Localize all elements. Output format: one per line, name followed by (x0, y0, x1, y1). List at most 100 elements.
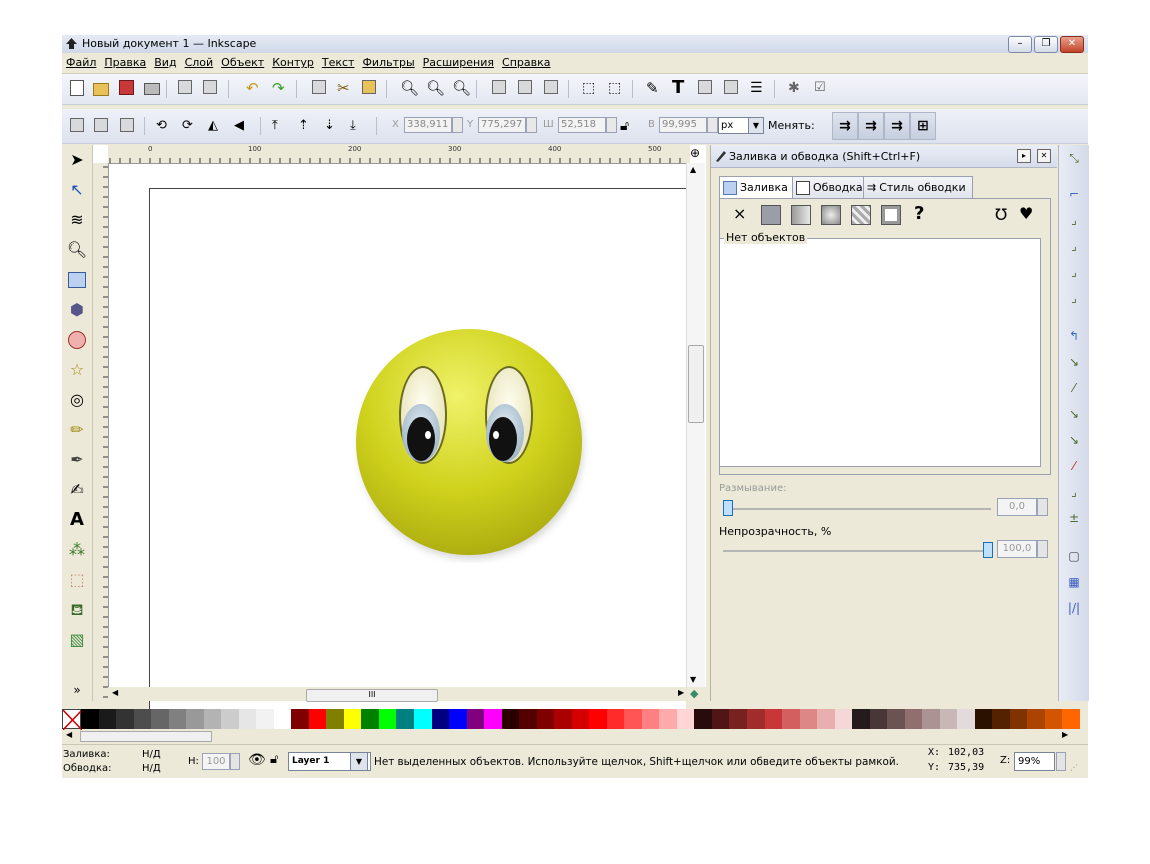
snap-bbox-center-icon[interactable]: ⌟ (1065, 289, 1083, 307)
palette-swatch[interactable] (694, 709, 713, 729)
import-icon[interactable] (178, 80, 192, 94)
palette-swatch[interactable] (869, 709, 888, 729)
palette-swatch[interactable] (676, 709, 695, 729)
scroll-up-icon[interactable]: ▲ (690, 165, 696, 174)
palette-swatch[interactable] (554, 709, 573, 729)
minimize-button[interactable]: – (1008, 36, 1032, 53)
blur-slider-knob[interactable] (723, 500, 733, 516)
snap-midpoint-icon[interactable]: ⁄ (1065, 457, 1083, 475)
eraser-tool-icon[interactable]: ⬚ (66, 569, 88, 591)
palette-swatch[interactable] (922, 709, 941, 729)
select-all-layers-icon[interactable] (94, 118, 108, 132)
vertical-scrollbar[interactable]: ▲ ▼ (686, 163, 705, 688)
palette-swatch[interactable] (571, 709, 590, 729)
copy-icon[interactable] (312, 80, 326, 94)
palette-swatch[interactable] (414, 709, 433, 729)
palette-swatch[interactable] (186, 709, 205, 729)
snap-page-border-icon[interactable]: ▢ (1065, 547, 1083, 565)
snap-bbox-icon[interactable]: ⌐ (1065, 185, 1083, 203)
deselect-icon[interactable] (120, 118, 134, 132)
palette-swatch[interactable] (484, 709, 503, 729)
palette-swatch[interactable] (519, 709, 538, 729)
palette-swatch[interactable] (326, 709, 345, 729)
menu-layer[interactable]: Слой (181, 53, 218, 69)
palette-swatch[interactable] (431, 709, 450, 729)
lock-ratio-icon[interactable]: 🔓︎ (620, 118, 636, 134)
y-spinbox[interactable]: 775,297 (478, 117, 537, 133)
rotate-ccw-icon[interactable]: ⟲ (156, 118, 172, 134)
palette-swatch[interactable] (466, 709, 485, 729)
clone-icon[interactable] (518, 80, 532, 94)
palette-swatch[interactable] (589, 709, 608, 729)
palette-scrollbar[interactable]: ◀ ▶ (62, 730, 1088, 742)
fill-rule-evenodd-icon[interactable]: Ʊ (995, 205, 1007, 224)
node-tool-icon[interactable]: ↖ (66, 179, 88, 201)
palette-swatch[interactable] (308, 709, 327, 729)
palette-swatch[interactable] (1062, 709, 1081, 729)
no-color-swatch[interactable] (62, 709, 83, 731)
palette-scroll-left-icon[interactable]: ◀ (66, 730, 72, 739)
palette-swatch[interactable] (729, 709, 748, 729)
h-spinbox[interactable]: 99,995 (659, 117, 718, 133)
dialog-float-button[interactable]: ▸ (1017, 149, 1031, 163)
fill-stroke-icon[interactable]: ✎ (646, 80, 662, 96)
radial-gradient-button[interactable] (821, 205, 841, 225)
snap-smooth-icon[interactable]: ↘ (1065, 431, 1083, 449)
opacity-status-field[interactable]: 100 (202, 753, 230, 770)
transform-patterns-toggle[interactable]: ⊞ (910, 112, 936, 140)
blur-value[interactable]: 0,0 (997, 498, 1037, 516)
zoom-spin[interactable] (1056, 752, 1066, 771)
palette-swatch[interactable] (764, 709, 783, 729)
resize-grip-icon[interactable]: ⋰ (1070, 763, 1078, 772)
raise-to-top-icon[interactable]: ⤒ (272, 118, 288, 134)
opacity-spin-arrows[interactable] (1037, 540, 1048, 558)
unlink-clone-icon[interactable] (544, 80, 558, 94)
palette-swatch[interactable] (992, 709, 1011, 729)
dialog-close-button[interactable]: ✕ (1037, 149, 1051, 163)
palette-swatch[interactable] (116, 709, 135, 729)
menu-view[interactable]: Вид (150, 53, 180, 69)
swatch-button[interactable] (881, 205, 901, 225)
snap-toggle-icon[interactable]: ⤡ (1065, 149, 1083, 167)
palette-swatch[interactable] (81, 709, 100, 729)
calligraphy-tool-icon[interactable]: ✍ (66, 479, 88, 501)
zoom-page-icon[interactable]: 🔍︎ (452, 80, 471, 96)
palette-swatch[interactable] (817, 709, 836, 729)
zoom-corner-icon[interactable]: ⊕ (690, 146, 700, 160)
palette-swatch[interactable] (536, 709, 555, 729)
undo-icon[interactable]: ↶ (246, 80, 262, 96)
transform-gradients-toggle[interactable]: ⇉ (884, 112, 910, 140)
palette-swatch[interactable] (378, 709, 397, 729)
flip-horizontal-icon[interactable]: ◭ (208, 118, 224, 134)
flip-vertical-icon[interactable]: ◀ (234, 118, 250, 134)
new-document-icon[interactable] (70, 80, 84, 96)
palette-swatch[interactable] (343, 709, 362, 729)
fill-indicator-value[interactable]: Н/Д (142, 749, 161, 760)
palette-scroll-thumb[interactable] (80, 731, 212, 742)
palette-swatch[interactable] (1009, 709, 1028, 729)
layer-visibility-icon[interactable]: 👁︎ (248, 752, 266, 768)
horizontal-scroll-thumb[interactable]: III (306, 689, 438, 702)
layer-dropdown-icon[interactable]: ▼ (350, 752, 368, 771)
palette-swatch[interactable] (887, 709, 906, 729)
ellipse-tool-icon[interactable] (66, 329, 88, 351)
preferences-icon[interactable]: ✱ (788, 80, 804, 96)
opacity-status-spin[interactable] (230, 753, 240, 770)
fill-rule-nonzero-icon[interactable]: ♥ (1019, 204, 1033, 223)
xml-editor-icon[interactable] (698, 80, 712, 94)
palette-swatch[interactable] (606, 709, 625, 729)
lower-icon[interactable]: ⇣ (324, 118, 340, 134)
lower-to-bottom-icon[interactable]: ⤓ (350, 118, 366, 134)
palette-swatch[interactable] (151, 709, 170, 729)
menu-edit[interactable]: Правка (100, 53, 150, 69)
snap-bbox-edge-icon[interactable]: ⌟ (1065, 211, 1083, 229)
spray-tool-icon[interactable]: ⁂ (66, 539, 88, 561)
scroll-down-icon[interactable]: ▼ (690, 675, 696, 684)
select-all-icon[interactable] (70, 118, 84, 132)
more-tools-button[interactable]: » (66, 679, 88, 701)
palette-swatch[interactable] (361, 709, 380, 729)
smiley-drawing[interactable] (353, 327, 589, 563)
menu-file[interactable]: Файл (62, 53, 100, 69)
star-tool-icon[interactable]: ☆ (66, 359, 88, 381)
palette-swatch[interactable] (98, 709, 117, 729)
